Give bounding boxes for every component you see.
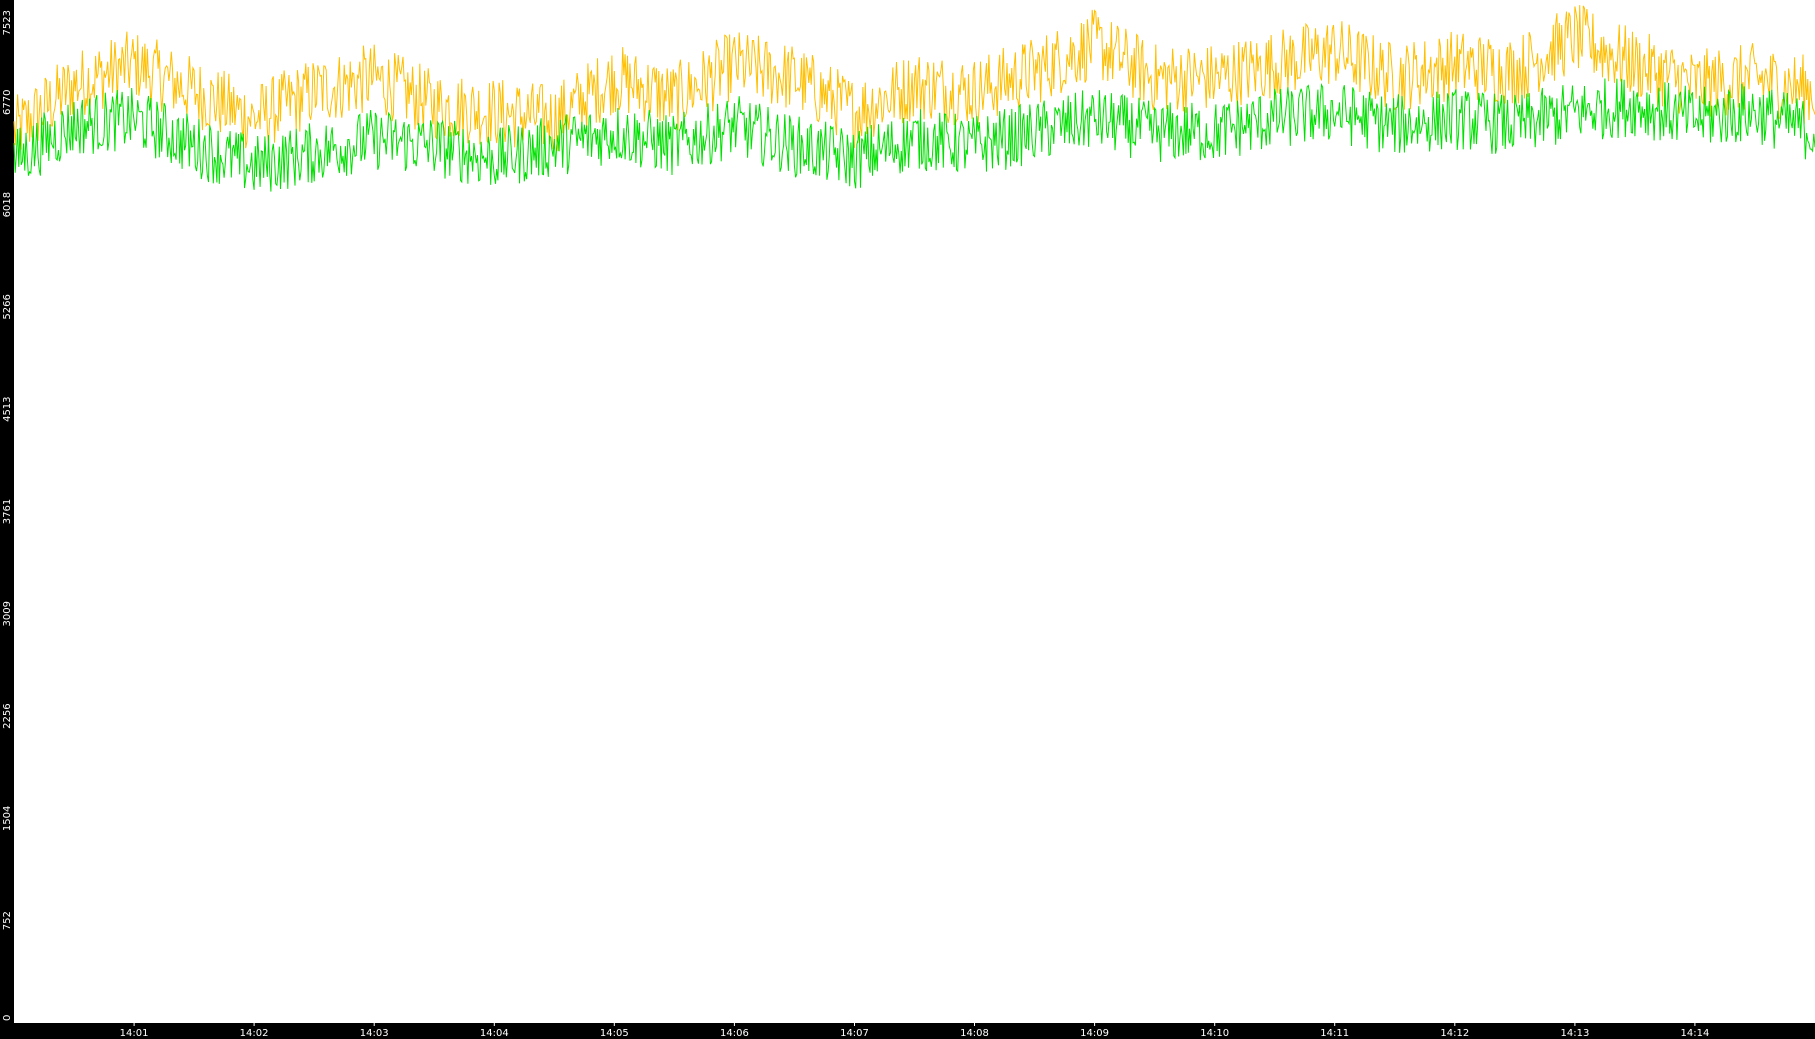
plot-area [14,0,1815,1023]
x-tick-label: 14:14 [1680,1028,1709,1039]
x-tick-label: 14:07 [840,1028,869,1039]
x-tick-label: 14:03 [360,1028,389,1039]
x-tick-label: 14:05 [600,1028,629,1039]
x-tick-label: 14:12 [1440,1028,1469,1039]
y-tick-label: 2256 [2,703,13,728]
y-tick-label: 3009 [2,601,13,626]
x-tick-label: 14:13 [1560,1028,1589,1039]
y-tick-label: 5266 [2,294,13,319]
y-tick-label: 6018 [2,192,13,217]
y-tick-label: 752 [2,911,13,930]
y-tick-label: 3761 [2,499,13,524]
x-tick-label: 14:02 [240,1028,269,1039]
y-tick-label: 4513 [2,396,13,421]
y-tick-label: 6770 [2,90,13,115]
x-tick-label: 14:04 [480,1028,509,1039]
x-tick-label: 14:10 [1200,1028,1229,1039]
x-tick-label: 14:09 [1080,1028,1109,1039]
x-tick-label: 14:11 [1320,1028,1349,1039]
y-tick-label: 0 [2,1015,13,1021]
x-tick-label: 14:01 [120,1028,149,1039]
y-tick-label: 7523 [2,10,13,35]
x-tick-label: 14:08 [960,1028,989,1039]
x-tick-label: 14:06 [720,1028,749,1039]
line-chart: 0 752 1504 2256 3009 3761 4513 5266 6018 6770 7523… [0,0,1815,1039]
y-tick-label: 1504 [2,806,13,831]
